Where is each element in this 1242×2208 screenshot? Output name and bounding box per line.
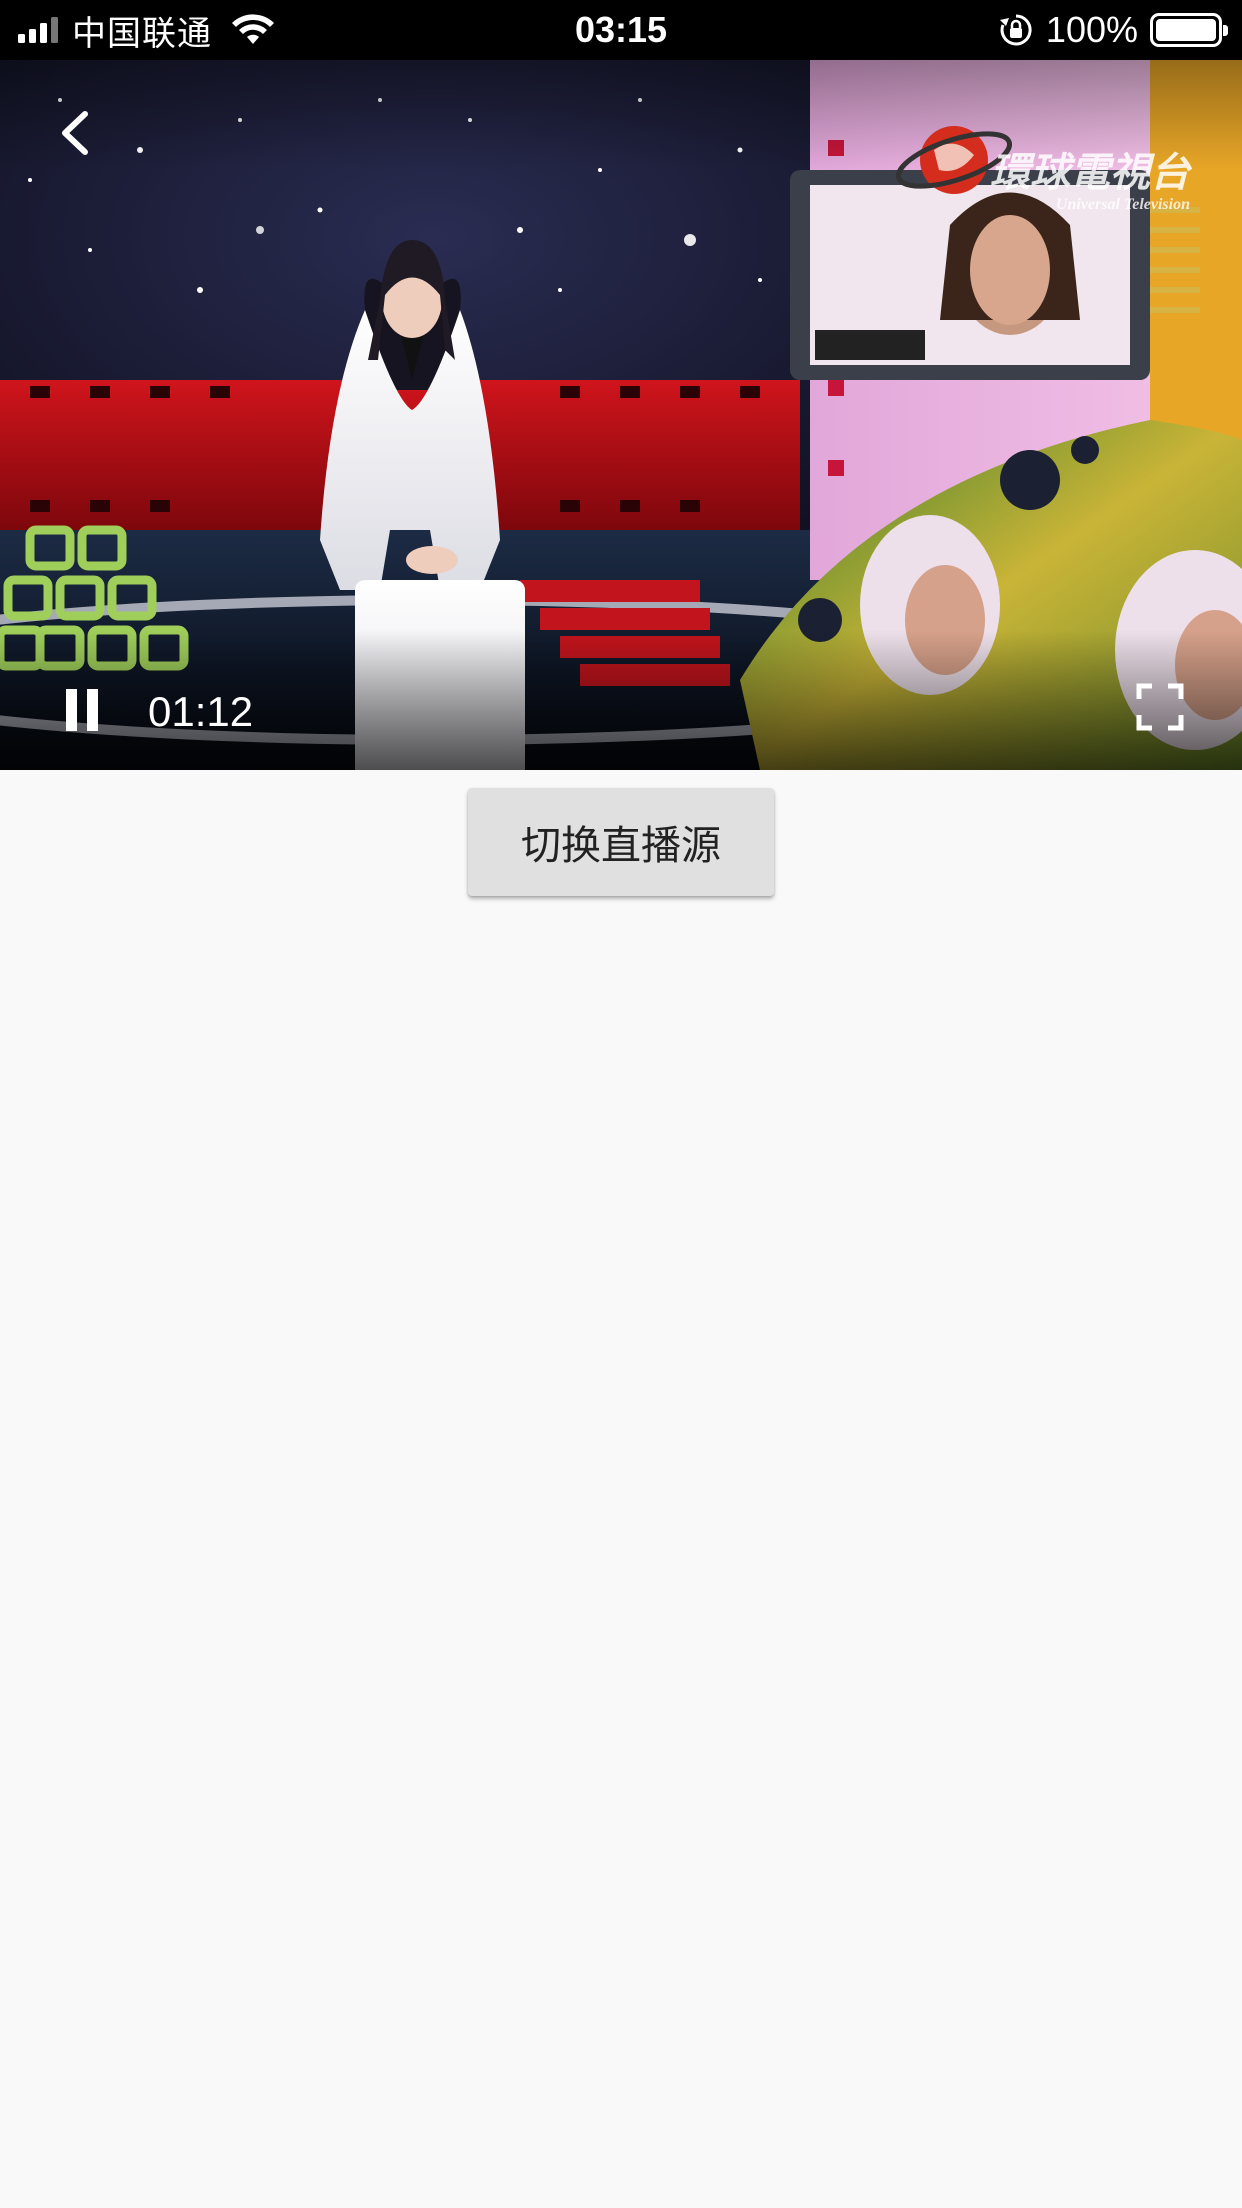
- rotation-lock-icon: [999, 14, 1032, 46]
- switch-live-source-button[interactable]: 切换直播源: [468, 788, 774, 896]
- battery-percent: 100%: [1045, 9, 1138, 50]
- back-button[interactable]: [40, 98, 110, 168]
- battery-icon: [1150, 13, 1228, 47]
- station-logo-subtext: Universal Television: [1055, 196, 1190, 213]
- status-right: 100%: [998, 0, 1228, 60]
- pause-button[interactable]: [52, 680, 112, 740]
- pause-icon: [61, 689, 103, 731]
- status-bar: 中国联通 03:15 100%: [0, 0, 1242, 60]
- station-logo-text: 環球電視台: [990, 149, 1190, 196]
- fullscreen-icon[interactable]: [1136, 683, 1184, 731]
- chevron-left-icon: [62, 111, 88, 155]
- video-player[interactable]: 環球電視台 Universal Television 01:12: [0, 60, 1242, 770]
- elapsed-time: 01:12: [148, 688, 254, 735]
